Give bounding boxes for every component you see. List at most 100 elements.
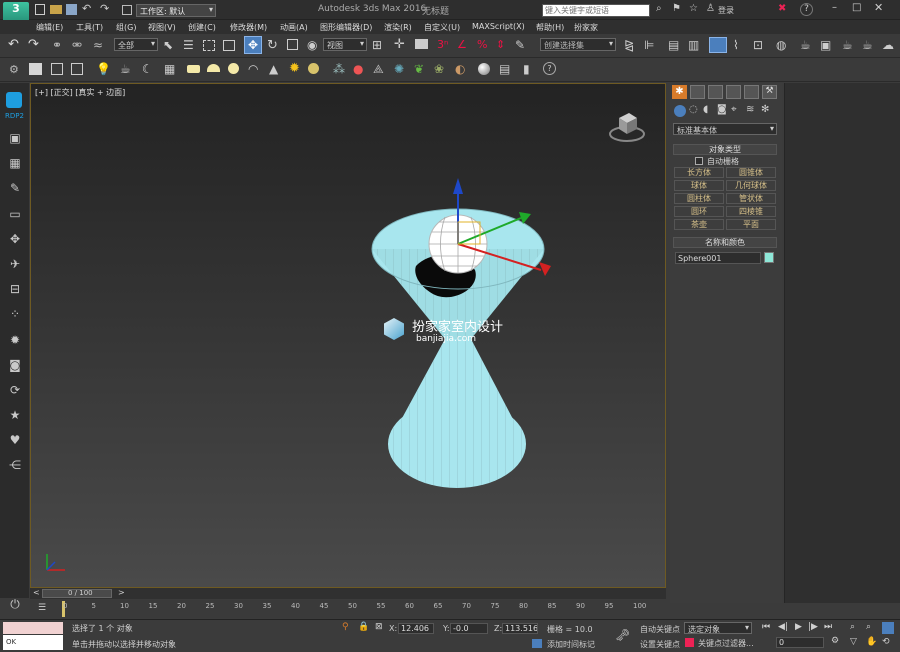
link-icon[interactable]: ⚭ (52, 38, 62, 52)
reference-coordinate-dropdown[interactable]: 视图 ▾ (323, 38, 367, 51)
scene-explorer-icon[interactable] (709, 37, 727, 53)
helpers-icon[interactable]: ⌖ (731, 104, 737, 115)
display-tab-icon[interactable] (744, 85, 759, 99)
a360-icon[interactable]: ☁ (882, 38, 894, 52)
sphere-button[interactable]: 球体 (674, 180, 724, 191)
zoom-extents-icon[interactable] (882, 622, 894, 634)
search-icon[interactable]: ⌕ (656, 3, 662, 14)
exchange-icon[interactable]: ✖ (778, 3, 786, 14)
modify-tab-icon[interactable] (690, 85, 705, 99)
hierarchy-tab-icon[interactable] (708, 85, 723, 99)
material-icon[interactable]: ▦ (164, 62, 175, 76)
render-iterative-icon[interactable]: ☕ (862, 38, 873, 52)
edit-named-selection-icon[interactable]: ✎ (515, 38, 525, 52)
track-bar[interactable]: ☰ 0 5 10 15 20 25 30 35 40 45 50 55 60 65 70 75 80 85 90 95… (30, 600, 646, 618)
render-window-icon[interactable] (29, 63, 42, 75)
share-icon[interactable]: ⋲ (8, 458, 22, 472)
autogrid-checkbox[interactable] (695, 157, 703, 165)
camera-icon[interactable]: ◙ (8, 358, 22, 372)
z-coordinate-field[interactable] (502, 623, 538, 634)
viewcube-icon[interactable] (607, 106, 647, 146)
render-setup-icon[interactable]: ☕ (800, 38, 811, 52)
place-icon[interactable]: ◉ (307, 38, 317, 52)
moon-icon[interactable]: ☾ (142, 62, 153, 76)
star-icon[interactable]: ★ (8, 408, 22, 422)
prev-key-icon[interactable]: ◀| (778, 622, 788, 632)
pivot-center-icon[interactable]: ⊞ (372, 38, 382, 52)
isolate-icon[interactable]: ⚲ (342, 622, 349, 632)
plane-button[interactable]: 平面 (726, 219, 776, 230)
quick-open-icon[interactable] (50, 5, 62, 14)
time-config-icon[interactable]: ⚙ (831, 636, 839, 646)
monitor-icon[interactable]: ▭ (8, 207, 22, 221)
help-circle-icon[interactable]: ? (543, 62, 556, 75)
next-frame-icon[interactable]: > (118, 588, 125, 597)
object-type-rollout-header[interactable]: 对象类型 (673, 144, 777, 155)
menu-modifiers[interactable]: 修改器(M) (230, 22, 267, 33)
ies-light-icon[interactable] (308, 63, 319, 74)
viewport-front[interactable]: [+] [正交] [真实 + 边面] 扮家家室内设计 banjiajia.com (30, 83, 666, 588)
play-icon[interactable]: ▶ (795, 622, 802, 632)
quick-save-icon[interactable] (66, 4, 77, 15)
menu-help[interactable]: 帮助(H) (536, 22, 564, 33)
proxy-icon[interactable]: ● (353, 62, 363, 76)
panel-icon[interactable] (51, 63, 63, 75)
select-rotate-icon[interactable]: ↻ (267, 38, 278, 53)
refresh-icon[interactable]: ⟳ (8, 383, 22, 397)
unlink-icon[interactable]: ⚮ (72, 38, 82, 52)
spot-light-icon[interactable]: ▲ (269, 62, 278, 76)
schematic-view-icon[interactable]: ⊡ (753, 38, 763, 52)
mirror-icon[interactable]: ⧎ (624, 38, 634, 52)
shapes-icon[interactable]: ◌ (689, 104, 698, 115)
user-icon[interactable]: ♙ (706, 3, 715, 14)
prev-frame-icon[interactable]: < (33, 588, 40, 597)
redo-icon[interactable]: ↷ (100, 2, 109, 15)
properties-icon[interactable]: ▮ (523, 62, 530, 76)
goto-end-icon[interactable]: ⏭ (824, 622, 832, 632)
redo-icon[interactable]: ↷ (28, 37, 39, 52)
utilities-tab-icon[interactable]: ⚒ (762, 85, 777, 99)
teapot-button[interactable]: 茶壶 (674, 219, 724, 230)
light-bulb-icon[interactable]: 💡 (96, 62, 111, 76)
name-color-rollout-header[interactable]: 名称和颜色 (673, 237, 777, 248)
hdri-icon[interactable]: ✺ (394, 62, 404, 76)
zoom-all-icon[interactable]: ⌕ (866, 622, 871, 632)
sphere-light-icon[interactable] (228, 63, 239, 74)
systems-icon[interactable]: ✻ (761, 104, 769, 115)
render-production-icon[interactable]: ☕ (842, 38, 853, 52)
object-name-field[interactable] (675, 252, 761, 264)
set-key-button[interactable]: 设置关键点 (640, 639, 680, 650)
geosphere-button[interactable]: 几何球体 (726, 180, 776, 191)
spinner-snap-icon[interactable]: ⇕ (496, 38, 505, 51)
current-frame-field[interactable] (776, 637, 824, 648)
selection-filter-dropdown[interactable]: 全部 ▾ (114, 38, 158, 51)
menu-edit[interactable]: 编辑(E) (36, 22, 63, 33)
apps-icon[interactable]: ⁘ (8, 307, 22, 321)
menu-views[interactable]: 视图(V) (148, 22, 176, 33)
layer-manager-icon[interactable]: ▤ (668, 38, 679, 52)
fur-icon[interactable]: ⁂ (333, 62, 345, 76)
cone-button[interactable]: 圆锥体 (726, 167, 776, 178)
move-icon[interactable]: ✥ (8, 232, 22, 246)
x-coordinate-field[interactable] (398, 623, 434, 634)
geometry-icon[interactable] (674, 105, 686, 117)
key-mode-dropdown[interactable]: 选定对象 ▾ (684, 622, 752, 634)
fov-icon[interactable]: ▽ (850, 637, 857, 647)
box-button[interactable]: 长方体 (674, 167, 724, 178)
torus-button[interactable]: 圆环 (674, 206, 724, 217)
sun-settings-icon[interactable]: ✹ (8, 333, 22, 347)
box-light-icon[interactable] (187, 65, 200, 73)
table-icon[interactable] (71, 63, 83, 75)
texture-icon[interactable]: ◐ (455, 62, 465, 76)
search-input[interactable] (542, 4, 650, 17)
menu-group[interactable]: 组(G) (116, 22, 136, 33)
angle-snap-icon[interactable]: ∠ (457, 38, 467, 51)
zoom-icon[interactable]: ⌕ (850, 622, 855, 632)
project-folder-icon[interactable] (122, 5, 132, 15)
cameras-icon[interactable]: ◙ (717, 104, 727, 115)
percent-snap-icon[interactable]: % (477, 38, 487, 51)
object-color-swatch[interactable] (764, 252, 774, 263)
align-icon[interactable]: ⊫ (644, 38, 654, 52)
rect-selection-icon[interactable] (203, 40, 215, 51)
menu-graph-editors[interactable]: 图形编辑器(D) (320, 22, 372, 33)
